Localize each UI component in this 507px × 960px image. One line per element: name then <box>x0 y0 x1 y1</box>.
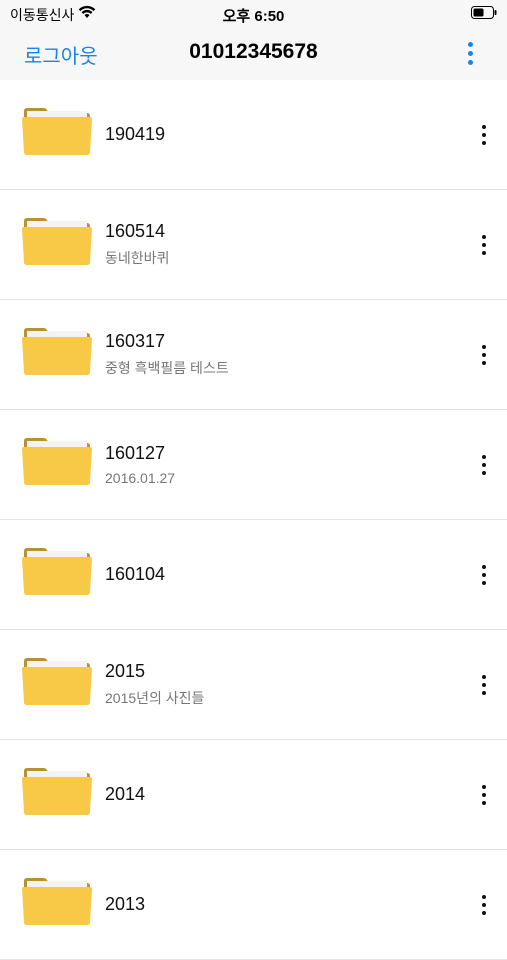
folder-row[interactable]: 2015 2015년의 사진들 <box>0 630 507 740</box>
folder-row[interactable]: 160317 중형 흑백필름 테스트 <box>0 300 507 410</box>
folder-text: 160514 동네한바퀴 <box>105 190 169 299</box>
folder-row[interactable]: 160127 2016.01.27 <box>0 410 507 520</box>
folder-row[interactable]: 160514 동네한바퀴 <box>0 190 507 300</box>
more-vertical-icon[interactable] <box>479 234 489 256</box>
folder-text: 160127 2016.01.27 <box>105 410 175 519</box>
folder-text: 2015 2015년의 사진들 <box>105 630 204 739</box>
folder-row[interactable]: 2014 <box>0 740 507 850</box>
folder-icon <box>21 656 93 706</box>
folder-row[interactable]: 2013 <box>0 850 507 960</box>
folder-subtitle: 2015년의 사진들 <box>105 690 205 706</box>
folder-name: 190419 <box>105 124 166 144</box>
more-vertical-icon[interactable] <box>479 564 489 586</box>
logout-button[interactable]: 로그아웃 <box>24 40 98 69</box>
navigation-bar: 로그아웃 01012345678 <box>0 28 507 81</box>
more-vertical-icon[interactable] <box>479 124 489 146</box>
battery-icon <box>471 6 497 19</box>
folder-name: 2014 <box>105 784 146 804</box>
folder-row[interactable]: 190419 <box>0 80 507 190</box>
more-vertical-icon[interactable] <box>479 784 489 806</box>
folder-icon <box>21 546 93 596</box>
more-vertical-icon[interactable] <box>479 894 489 916</box>
folder-name: 160127 <box>105 443 166 463</box>
folder-subtitle: 동네한바퀴 <box>105 250 170 266</box>
folder-icon <box>21 106 93 156</box>
more-vertical-icon[interactable] <box>479 344 489 366</box>
status-time: 오후 6:50 <box>222 8 285 25</box>
more-vertical-icon[interactable] <box>463 40 477 68</box>
folder-row[interactable]: 160104 <box>0 520 507 630</box>
folder-icon <box>21 876 93 926</box>
more-vertical-icon[interactable] <box>479 454 489 476</box>
folder-name: 2013 <box>105 894 146 914</box>
folder-text: 2013 <box>105 850 145 959</box>
folder-text: 160317 중형 흑백필름 테스트 <box>105 300 229 409</box>
folder-text: 2014 <box>105 740 145 849</box>
folder-subtitle: 중형 흑백필름 테스트 <box>105 360 229 376</box>
folder-name: 160514 <box>105 221 166 241</box>
folder-text: 160104 <box>105 520 165 629</box>
folder-icon <box>21 326 93 376</box>
folder-subtitle: 2016.01.27 <box>105 470 176 486</box>
folder-name: 160317 <box>105 331 166 351</box>
more-vertical-icon[interactable] <box>479 674 489 696</box>
folder-icon <box>21 216 93 266</box>
folder-name: 160104 <box>105 564 166 584</box>
folder-list: 190419 160514 동네한바퀴 160317 중형 흑백필름 테스트 160127… <box>0 80 507 960</box>
folder-text: 190419 <box>105 80 165 189</box>
folder-icon <box>21 436 93 486</box>
status-bar: 이동통신사 오후 6:50 <box>0 0 507 28</box>
folder-name: 2015 <box>105 661 146 681</box>
folder-icon <box>21 766 93 816</box>
